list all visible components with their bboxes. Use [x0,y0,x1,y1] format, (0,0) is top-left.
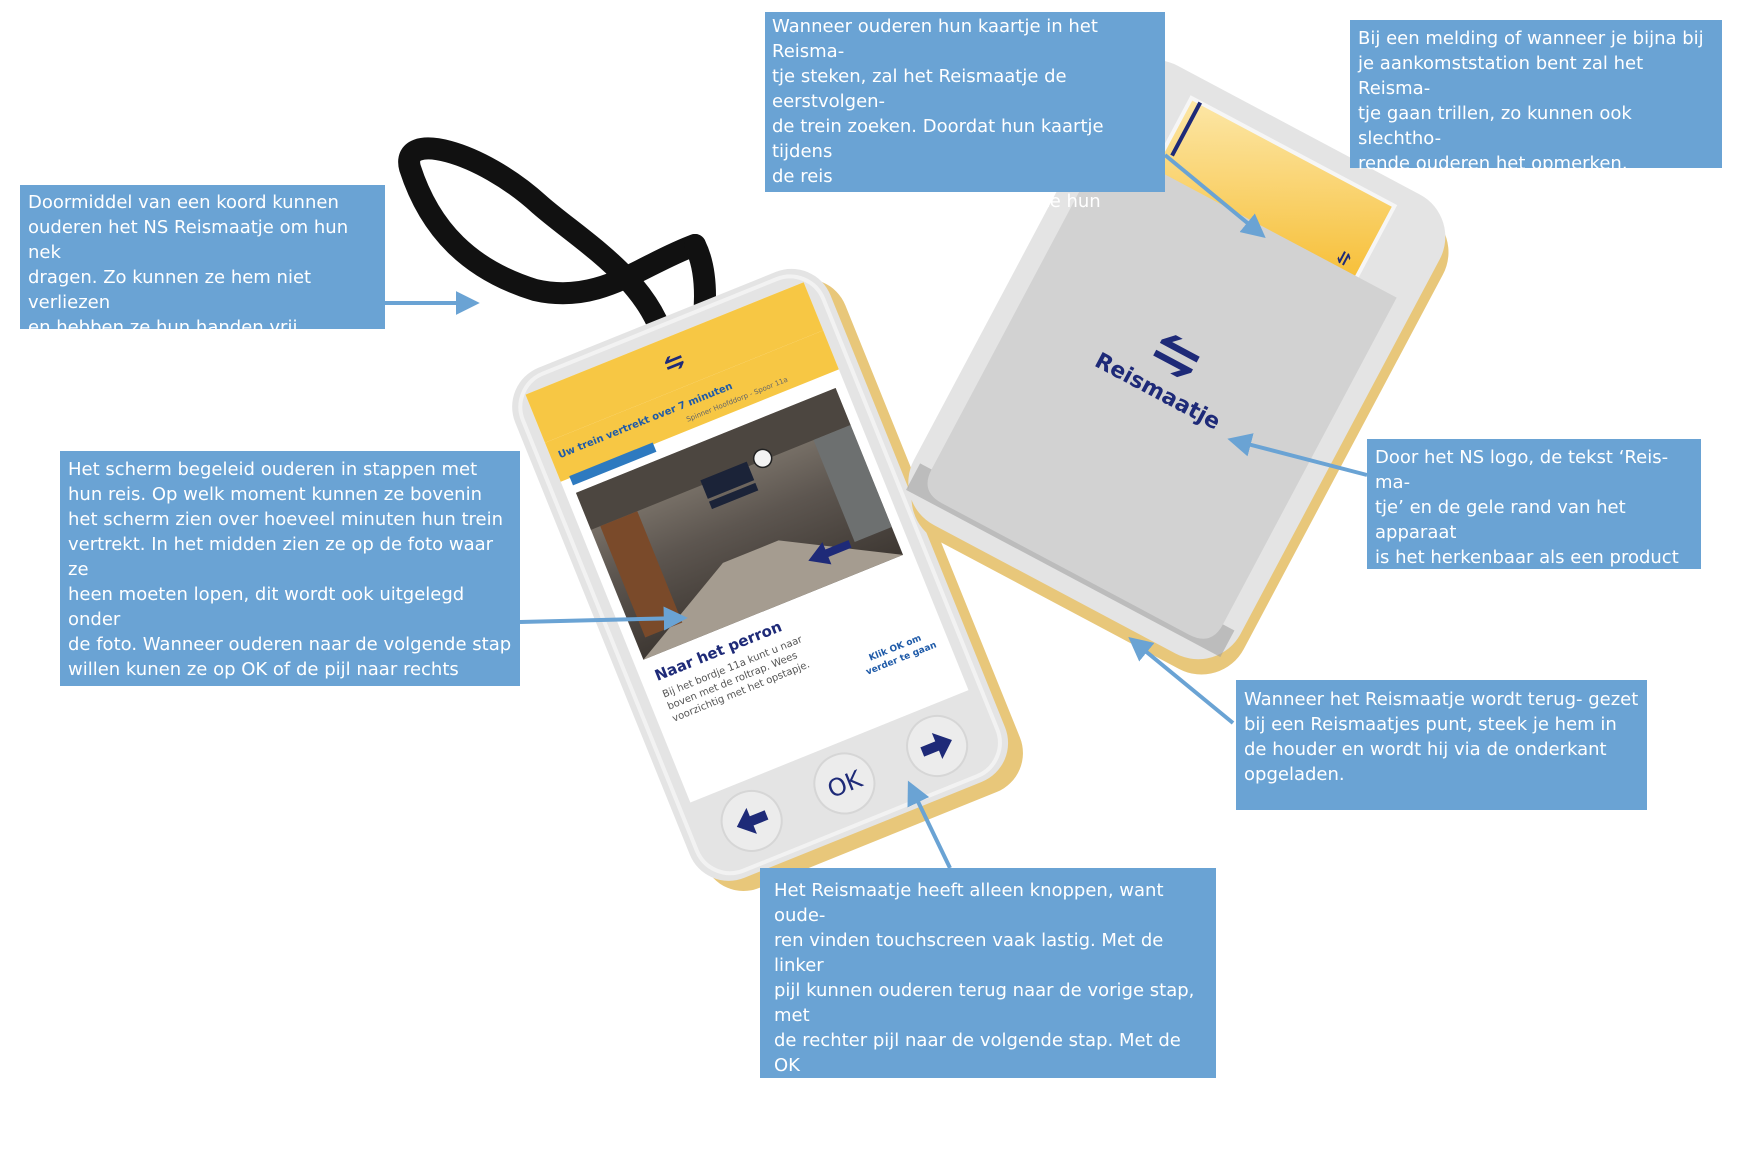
lanyard [398,137,716,356]
front-device: Uw trein vertrekt over 7 minuten Spinner… [512,268,1023,891]
callout-buttons-text: Het Reismaatje heeft alleen knoppen, wan… [774,880,1195,1151]
callout-vibrate: Bij een melding of wanneer je bijna bij … [1350,20,1722,174]
callout-ticket: Wanneer ouderen hun kaartje in het Reism… [765,12,1165,262]
callout-buttons: Het Reismaatje heeft alleen knoppen, wan… [760,868,1216,1151]
callout-logo-text: Door het NS logo, de tekst ‘Reis- ma- tj… [1375,447,1679,593]
callout-charging: Wanneer het Reismaatje wordt terug- geze… [1236,680,1647,810]
callout-lanyard-text: Doormiddel van een koord kunnen ouderen … [28,192,349,388]
callout-ticket-text: Wanneer ouderen hun kaartje in het Reism… [772,16,1104,262]
callout-screen-text: Het scherm begeleid ouderen in stappen m… [68,459,512,705]
callout-lanyard: Doormiddel van een koord kunnen ouderen … [20,185,385,388]
callout-charging-text: Wanneer het Reismaatje wordt terug- geze… [1244,689,1639,785]
callout-logo: Door het NS logo, de tekst ‘Reis- ma- tj… [1367,439,1701,593]
callout-screen: Het scherm begeleid ouderen in stappen m… [60,451,520,705]
callout-vibrate-text: Bij een melding of wanneer je bijna bij … [1358,28,1704,174]
